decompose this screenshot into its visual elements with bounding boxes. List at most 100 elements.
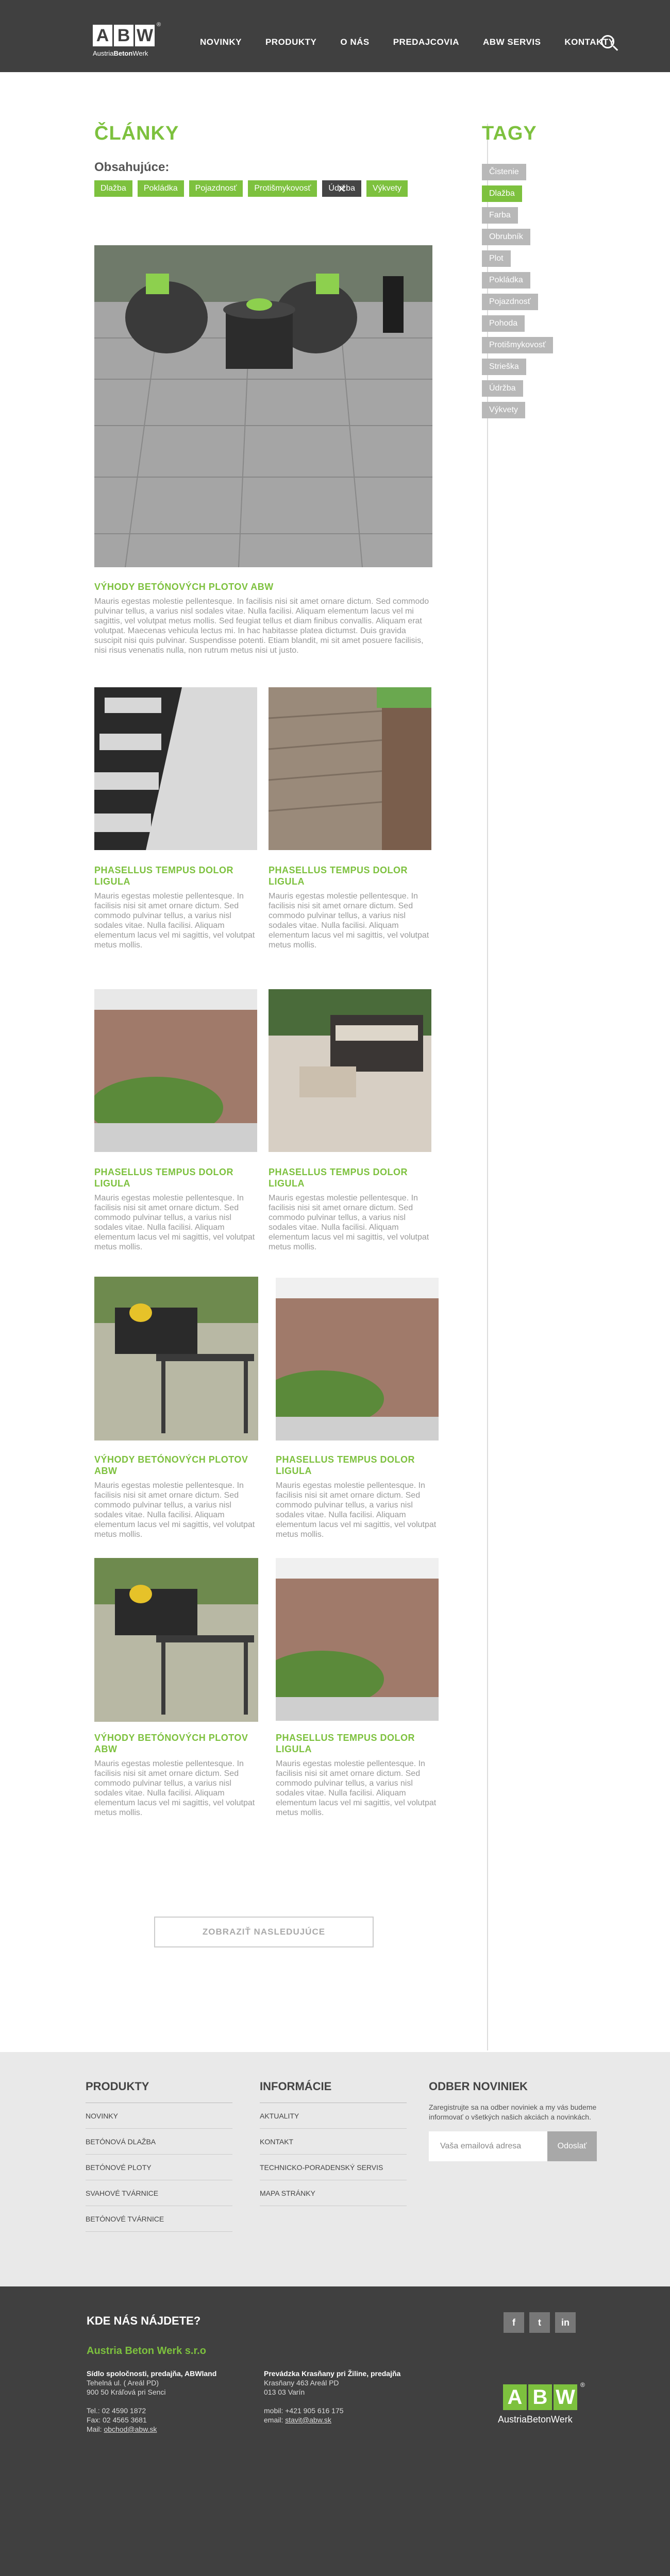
load-more-button[interactable]: ZOBRAZIŤ NASLEDUJÚCE [154, 1917, 374, 1947]
logo-letter-a: A [93, 25, 112, 46]
logo-registered: ® [580, 2381, 585, 2388]
logo-letter-a: A [503, 2384, 527, 2410]
nav-predajcovia[interactable]: PREDAJCOVIA [393, 37, 459, 47]
article-text: Mauris egestas molestie pellentesque. In… [276, 1481, 437, 1539]
facebook-icon[interactable]: f [504, 2312, 524, 2333]
article-text: Mauris egestas molestie pellentesque. In… [94, 1481, 255, 1539]
footer-info-title: INFORMÁCIE [260, 2080, 407, 2103]
social-links: f t in [504, 2312, 576, 2333]
footer-link[interactable]: BETÓNOVÉ PLOTY [86, 2155, 232, 2180]
logo-subtitle: AustriaBetonWerk [93, 49, 148, 57]
article-text: Mauris egestas molestie pellentesque. In… [94, 1759, 255, 1817]
footer-products-title: PRODUKTY [86, 2080, 232, 2103]
article-text: Mauris egestas molestie pellentesque. In… [269, 1194, 429, 1251]
newsletter-send-button[interactable]: Odoslať [547, 2131, 597, 2161]
article-image[interactable] [276, 1278, 439, 1440]
tag-pohoda[interactable]: Pohoda [482, 315, 525, 332]
tag-plot[interactable]: Plot [482, 250, 511, 267]
tag-poklada[interactable]: Pokládka [482, 272, 530, 289]
article-image[interactable] [94, 1277, 258, 1440]
featured-article-title[interactable]: VÝHODY BETÓNOVÝCH PLOTOV ABW [94, 581, 432, 592]
twitter-icon[interactable]: t [529, 2312, 550, 2333]
footer-link[interactable]: KONTAKT [260, 2129, 407, 2155]
tag-cistenie[interactable]: Čistenie [482, 164, 526, 180]
tag-obrubnik[interactable]: Obrubník [482, 229, 530, 245]
article-card: VÝHODY BETÓNOVÝCH PLOTOV ABW Mauris eges… [94, 1454, 257, 1539]
email-link[interactable]: obchod@abw.sk [104, 2425, 157, 2433]
article-card: PHASELLUS TEMPUS DOLOR LIGULA Mauris ege… [94, 865, 257, 950]
page-title: ČLÁNKY [94, 123, 179, 144]
article-title[interactable]: PHASELLUS TEMPUS DOLOR LIGULA [276, 1454, 439, 1477]
footer-links: PRODUKTY NOVINKY BETÓNOVÁ DLAŽBA BETÓNOV… [0, 2052, 670, 2286]
article-text: Mauris egestas molestie pellentesque. In… [269, 892, 429, 950]
newsletter-email-input[interactable]: Vaša emailová adresa [429, 2131, 547, 2161]
search-icon[interactable] [601, 35, 618, 53]
article-image[interactable] [94, 1558, 258, 1722]
company-name: Austria Beton Werk s.r.o [87, 2345, 206, 2357]
footer-link[interactable]: BETÓNOVÁ DLAŽBA [86, 2129, 232, 2155]
article-image[interactable] [94, 989, 257, 1152]
filter-chip-udrzba[interactable]: Údržba × [322, 180, 361, 197]
footer-link[interactable]: BETÓNOVÉ TVÁRNICE [86, 2206, 232, 2232]
footer-info: INFORMÁCIE AKTUALITY KONTAKT TECHNICKO-P… [260, 2080, 407, 2206]
article-card: PHASELLUS TEMPUS DOLOR LIGULA Mauris ege… [276, 1732, 439, 1818]
tag-vykvety[interactable]: Výkvety [482, 402, 526, 418]
article-title[interactable]: VÝHODY BETÓNOVÝCH PLOTOV ABW [94, 1732, 257, 1755]
article-card: PHASELLUS TEMPUS DOLOR LIGULA Mauris ege… [269, 1166, 431, 1252]
article-title[interactable]: VÝHODY BETÓNOVÝCH PLOTOV ABW [94, 1454, 257, 1477]
tag-farba[interactable]: Farba [482, 207, 518, 224]
article-image[interactable] [94, 687, 257, 850]
footer-link[interactable]: TECHNICKO-PORADENSKÝ SERVIS [260, 2155, 407, 2180]
article-text: Mauris egestas molestie pellentesque. In… [94, 1194, 255, 1251]
logo-registered: ® [157, 22, 161, 28]
filter-chip-protismykovost[interactable]: Protišmykovosť [248, 180, 317, 197]
nav-novinky[interactable]: NOVINKY [200, 37, 242, 47]
article-image[interactable] [276, 1558, 439, 1721]
address-krasnany: Prevádzka Krasňany pri Žiline, predajňa … [264, 2369, 401, 2424]
tags-title: TAGY [482, 123, 537, 144]
newsletter-text: Zaregistrujte sa na odber noviniek a my … [429, 2103, 597, 2121]
footer-link[interactable]: AKTUALITY [260, 2103, 407, 2129]
article-image[interactable] [269, 687, 431, 850]
email-link[interactable]: stavit@abw.sk [285, 2416, 331, 2424]
tag-protismykovost[interactable]: Protišmykovosť [482, 337, 554, 353]
logo-letter-b: B [528, 2384, 552, 2410]
featured-article-image[interactable] [94, 245, 432, 567]
tag-strieska[interactable]: Strieška [482, 359, 526, 375]
linkedin-icon[interactable]: in [555, 2312, 576, 2333]
site-header: A B W ® AustriaBetonWerk NOVINKY PRODUKT… [0, 0, 670, 72]
article-text: Mauris egestas molestie pellentesque. In… [94, 892, 255, 950]
article-image[interactable] [269, 989, 431, 1152]
filter-chip-pojazdnost[interactable]: Pojazdnosť [189, 180, 243, 197]
tag-pojazdnost[interactable]: Pojazdnosť [482, 294, 538, 310]
nav-abw-servis[interactable]: ABW SERVIS [483, 37, 541, 47]
filter-chip-dlazba[interactable]: Dlažba [94, 180, 132, 197]
footer-link[interactable]: NOVINKY [86, 2103, 232, 2129]
footer-contact: KDE NÁS NÁJDETE? Austria Beton Werk s.r.… [0, 2286, 670, 2576]
tag-dlazba[interactable]: Dlažba [482, 185, 522, 202]
where-title: KDE NÁS NÁJDETE? [87, 2314, 201, 2327]
article-card: PHASELLUS TEMPUS DOLOR LIGULA Mauris ege… [276, 1454, 439, 1539]
article-card: VÝHODY BETÓNOVÝCH PLOTOV ABW Mauris eges… [94, 1732, 257, 1818]
article-title[interactable]: PHASELLUS TEMPUS DOLOR LIGULA [94, 865, 257, 887]
address-hq: Sídlo spoločnosti, predajňa, ABWland Teh… [87, 2369, 217, 2433]
nav-o-nas[interactable]: O NÁS [340, 37, 369, 47]
article-title[interactable]: PHASELLUS TEMPUS DOLOR LIGULA [269, 865, 431, 887]
tag-udrzba[interactable]: Údržba [482, 380, 523, 397]
article-card: PHASELLUS TEMPUS DOLOR LIGULA Mauris ege… [94, 1166, 257, 1252]
article-title[interactable]: PHASELLUS TEMPUS DOLOR LIGULA [94, 1166, 257, 1189]
article-title[interactable]: PHASELLUS TEMPUS DOLOR LIGULA [276, 1732, 439, 1755]
logo-subtitle: AustriaBetonWerk [498, 2414, 573, 2425]
article-card: PHASELLUS TEMPUS DOLOR LIGULA Mauris ege… [269, 865, 431, 950]
filter-chip-poklada[interactable]: Pokládka [137, 180, 184, 197]
footer-link[interactable]: SVAHOVÉ TVÁRNICE [86, 2180, 232, 2206]
article-title[interactable]: PHASELLUS TEMPUS DOLOR LIGULA [269, 1166, 431, 1189]
filter-chip-vykvety[interactable]: Výkvety [366, 180, 408, 197]
logo-letter-w: W [554, 2384, 577, 2410]
footer-abw-logo[interactable]: A B W ® AustriaBetonWerk [498, 2381, 585, 2441]
abw-logo[interactable]: A B W ® AustriaBetonWerk [93, 22, 162, 62]
logo-letter-w: W [135, 25, 155, 46]
close-icon[interactable]: × [338, 181, 345, 196]
footer-link[interactable]: MAPA STRÁNKY [260, 2180, 407, 2206]
nav-produkty[interactable]: PRODUKTY [265, 37, 316, 47]
